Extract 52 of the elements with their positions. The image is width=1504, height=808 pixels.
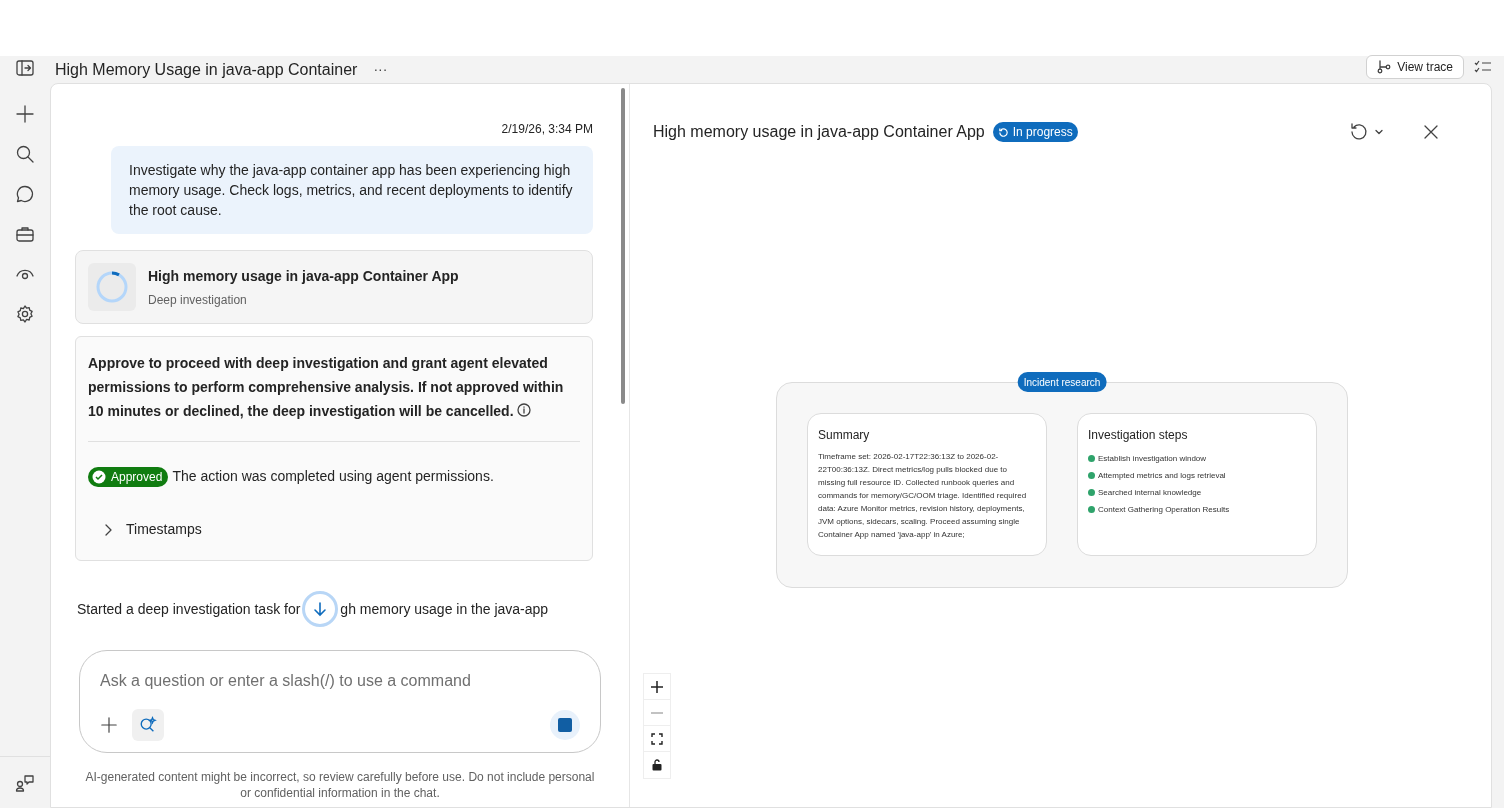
- sparkle-search-icon: [139, 716, 157, 734]
- scroll-down-button[interactable]: [302, 591, 339, 627]
- settings-icon[interactable]: [15, 304, 35, 324]
- group-label: Incident research: [1017, 372, 1107, 392]
- people-chat-icon[interactable]: [15, 772, 35, 793]
- conversation-title: High Memory Usage in java-app Container: [55, 59, 358, 80]
- sidebar-toggle-icon[interactable]: [15, 58, 35, 78]
- task-card[interactable]: High memory usage in java-app Container App Deep investigation: [75, 250, 593, 324]
- minus-icon: [651, 711, 663, 714]
- view-trace-button[interactable]: View trace: [1366, 54, 1464, 79]
- summary-title: Summary: [818, 427, 871, 444]
- panel-title: High memory usage in java-app Container App: [653, 122, 985, 142]
- plus-icon: [651, 680, 663, 693]
- close-icon[interactable]: [1423, 124, 1439, 140]
- chat-icon[interactable]: [15, 184, 35, 204]
- message-input[interactable]: Ask a question or enter a slash(/) to use a command: [100, 669, 580, 693]
- step-label: Attempted metrics and logs retrieval: [1098, 469, 1226, 482]
- info-icon[interactable]: [517, 403, 532, 417]
- task-subtitle: Deep investigation: [148, 291, 248, 309]
- more-button[interactable]: ···: [373, 59, 388, 80]
- assistant-message: gh memory usage in the java-app: [340, 600, 549, 619]
- task-title: High memory usage in java-app Container App: [148, 266, 459, 286]
- timestamps-toggle[interactable]: Timestamps: [104, 519, 202, 540]
- arrow-down-icon: [312, 601, 329, 617]
- message-timestamp: 2/19/26, 3:34 PM: [501, 121, 593, 138]
- plus-icon[interactable]: [100, 716, 118, 734]
- chat-input[interactable]: Ask a question or enter a slash(/) to use a command: [79, 650, 601, 753]
- briefcase-icon[interactable]: [15, 224, 35, 244]
- search-icon[interactable]: [15, 144, 35, 164]
- step-label: Context Gathering Operation Results: [1098, 503, 1230, 516]
- status-badge: In progress: [992, 122, 1078, 142]
- fit-view-icon: [651, 732, 663, 745]
- approval-text: Approve to proceed with deep investigation and grant agent elevated permissions to perform comprehensive analysis. If not approved within 10 minutes or declined, the deep investigation will be cancelled.: [88, 354, 565, 421]
- status-text: The action was completed using agent permissions.: [172, 467, 494, 486]
- disclaimer: AI-generated content might be incorrect, so review carefully before use. Do not include personal or confidential information in the chat.: [84, 769, 596, 801]
- search-tool-button[interactable]: [132, 709, 164, 741]
- step-label: Establish investigation window: [1098, 452, 1207, 465]
- steps-title: Investigation steps: [1088, 427, 1189, 444]
- plus-icon[interactable]: [15, 104, 35, 124]
- branch-icon: [1377, 59, 1392, 74]
- caret-icon[interactable]: [1375, 129, 1383, 135]
- status-badge: Approved: [88, 466, 169, 487]
- user-message: Investigate why the java-app container app has been experiencing high memory usage. Check logs, metrics, and recent deployments to identify the root cause.: [111, 146, 593, 234]
- checklist-icon[interactable]: [1474, 59, 1492, 74]
- summary-text: Timeframe set: 2026-02-17T22:36:13Z to 2026-02-22T00:36:13Z. Direct metrics/log pulls blocked due to missing full resource ID. Collected runbook queries and commands for memory/GC/OOM triage. Identified required data: Azure Monitor metrics, revision history, deployments, JVM options, sidecars, scaling. Proceed assuming single Container App named 'java-app' in Azure;: [818, 451, 1028, 541]
- assistant-message: Started a deep investigation task for: [77, 600, 301, 619]
- chevron-icon: [104, 523, 112, 536]
- stop-button[interactable]: [550, 710, 580, 740]
- refresh-icon[interactable]: [1349, 122, 1369, 142]
- lock-icon: [652, 759, 662, 771]
- spinner-icon: [96, 271, 128, 303]
- step-label: Searched internal knowledge: [1098, 486, 1202, 499]
